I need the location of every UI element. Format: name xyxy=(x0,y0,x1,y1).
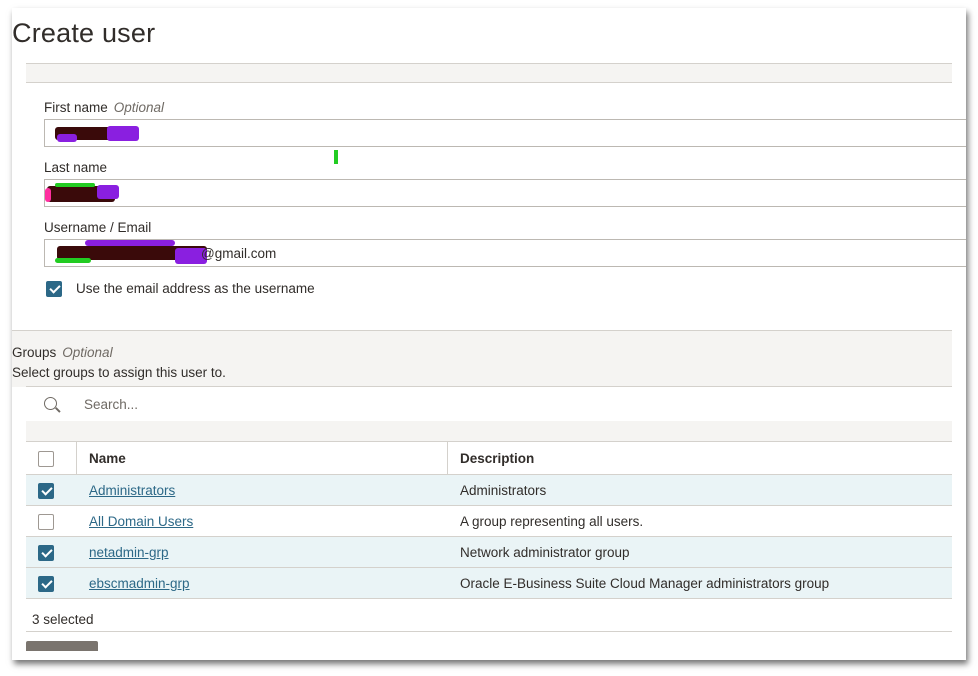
row-checkbox-cell xyxy=(26,475,76,505)
row-checkbox[interactable] xyxy=(38,514,54,530)
group-name-link[interactable]: Administrators xyxy=(89,483,175,498)
select-all-checkbox[interactable] xyxy=(38,451,54,467)
create-user-panel: Create user First name Optional Last name… xyxy=(12,8,966,660)
row-checkbox[interactable] xyxy=(38,545,54,561)
column-header-description[interactable]: Description xyxy=(460,451,534,466)
table-row[interactable]: ebscmadmin-grp Oracle E-Business Suite C… xyxy=(26,568,952,599)
row-checkbox-cell xyxy=(26,568,76,598)
group-description: Oracle E-Business Suite Cloud Manager ad… xyxy=(460,576,830,591)
column-header-name[interactable]: Name xyxy=(89,451,126,466)
column-divider xyxy=(447,442,448,474)
first-name-input[interactable] xyxy=(44,119,966,147)
groups-title: Groups Optional xyxy=(12,345,113,360)
groups-search-bar xyxy=(26,386,952,422)
table-header-row: Name Description xyxy=(26,442,952,475)
row-checkbox[interactable] xyxy=(38,483,54,499)
row-checkbox-cell xyxy=(26,537,76,567)
selected-count: 3 selected xyxy=(32,612,94,627)
stray-mark xyxy=(334,150,338,164)
row-checkbox-cell xyxy=(26,506,76,536)
group-description: Administrators xyxy=(460,483,547,498)
last-name-label: Last name xyxy=(44,160,108,175)
create-button[interactable] xyxy=(26,641,98,651)
footer-divider xyxy=(26,631,952,632)
username-input[interactable]: @gmail.com xyxy=(44,239,966,267)
use-email-checkbox-label: Use the email address as the username xyxy=(76,281,315,296)
optional-hint: Optional xyxy=(62,345,113,360)
table-row[interactable]: netadmin-grp Network administrator group xyxy=(26,537,952,568)
first-name-label-text: First name xyxy=(44,100,108,115)
groups-table: Name Description Administrators Administ… xyxy=(26,441,952,599)
redaction-mark xyxy=(85,240,175,246)
redaction-mark xyxy=(107,126,139,141)
column-divider xyxy=(76,442,77,474)
redaction-mark xyxy=(45,188,51,202)
redaction-mark xyxy=(55,183,95,187)
first-name-label: First name Optional xyxy=(44,100,164,115)
group-description: A group representing all users. xyxy=(460,514,644,529)
use-email-checkbox[interactable] xyxy=(46,281,62,297)
table-toolbar-band xyxy=(26,421,952,441)
table-row[interactable]: All Domain Users A group representing al… xyxy=(26,506,952,537)
redaction-mark xyxy=(97,185,119,199)
redaction-mark xyxy=(55,258,91,263)
group-name-link[interactable]: netadmin-grp xyxy=(89,545,169,560)
page-title: Create user xyxy=(12,18,156,48)
search-icon xyxy=(44,397,57,410)
username-label: Username / Email xyxy=(44,220,152,235)
group-description: Network administrator group xyxy=(460,545,630,560)
header-divider-band xyxy=(26,63,952,83)
search-input[interactable] xyxy=(84,394,484,414)
redaction-mark xyxy=(57,134,77,142)
groups-help-text: Select groups to assign this user to. xyxy=(12,365,226,380)
last-name-input[interactable] xyxy=(44,179,966,207)
optional-hint: Optional xyxy=(113,100,165,115)
username-value-suffix: @gmail.com xyxy=(201,246,277,261)
group-name-link[interactable]: ebscmadmin-grp xyxy=(89,576,190,591)
select-all-cell xyxy=(26,442,76,474)
groups-header: Groups Optional Select groups to assign t… xyxy=(12,330,952,387)
groups-title-text: Groups xyxy=(12,345,57,360)
group-name-link[interactable]: All Domain Users xyxy=(89,514,193,529)
row-checkbox[interactable] xyxy=(38,576,54,592)
table-row[interactable]: Administrators Administrators xyxy=(26,475,952,506)
